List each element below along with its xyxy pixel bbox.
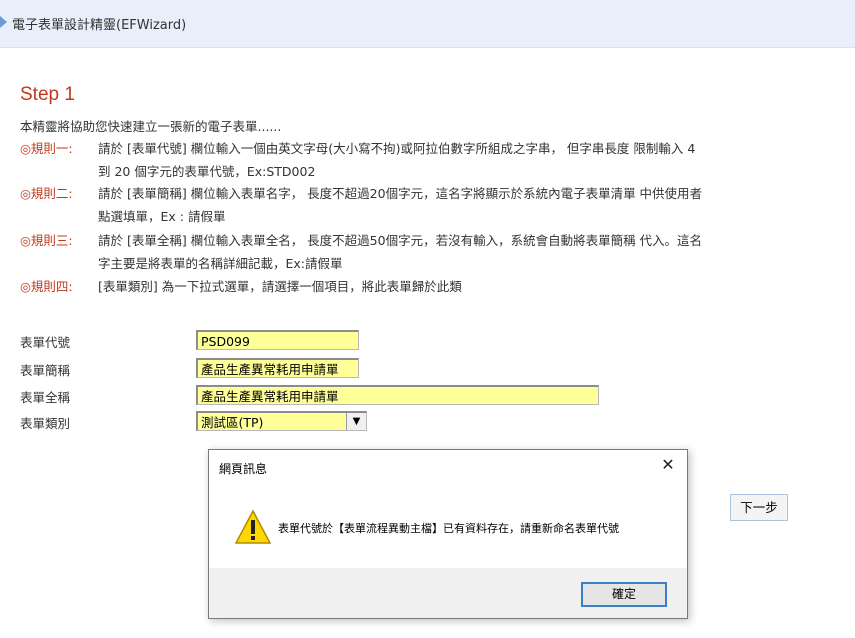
page-header: 電子表單設計精靈(EFWizard) [0,0,855,48]
warning-icon [234,509,272,544]
rule-3-line2: 字主要是將表單的名稱詳細記載，Ex:請假單 [98,256,343,271]
ok-button[interactable]: 確定 [581,582,667,607]
rule-2-tag: ◎規則二: [20,186,73,201]
rule-3-tag: ◎規則三: [20,233,73,248]
form-short-name-label: 表單簡稱 [20,363,71,378]
form-code-label: 表單代號 [20,335,71,350]
rule-2-line1: 請於 [表單簡稱] 欄位輸入表單名字， 長度不超過20個字元，這名字將顯示於系統… [98,186,703,201]
chevron-down-icon[interactable]: ▼ [346,413,366,430]
form-full-name-input[interactable]: 產品生產異常耗用申請單 [196,385,599,405]
step-title: Step 1 [20,84,75,105]
rule-1-tag: ◎規則一: [20,141,73,156]
rule-3-line1: 請於 [表單全稱] 欄位輸入表單全名， 長度不超過50個字元，若沒有輸入，系統會… [98,233,703,248]
form-category-select[interactable]: 測試區(TP) ▼ [196,411,367,431]
form-category-value: 測試區(TP) [201,415,264,430]
header-arrow-icon [0,16,7,28]
next-step-button[interactable]: 下一步 [730,494,788,521]
rule-4-tag: ◎規則四: [20,279,73,294]
form-code-input[interactable]: PSD099 [196,330,359,350]
rule-1-line1: 請於 [表單代號] 欄位輸入一個由英文字母(大小寫不拘)或阿拉伯數字所組成之字串… [98,141,696,156]
rule-4-line1: [表單類別] 為一下拉式選單，請選擇一個項目，將此表單歸於此類 [98,279,462,294]
step-intro: 本精靈將協助您快速建立一張新的電子表單...... [20,119,282,134]
rule-2-line2: 點選填單，Ex : 請假單 [98,209,226,224]
page-title: 電子表單設計精靈(EFWizard) [12,18,187,33]
form-short-name-input[interactable]: 產品生產異常耗用申請單 [196,358,359,378]
rule-1-line2: 到 20 個字元的表單代號，Ex:STD002 [98,164,316,179]
form-category-label: 表單類別 [20,416,71,431]
dialog-message: 表單代號於【表單流程異動主檔】已有資料存在，請重新命名表單代號 [278,522,619,535]
dialog-title: 網頁訊息 [219,462,268,476]
form-full-name-label: 表單全稱 [20,390,71,405]
close-icon[interactable]: ✕ [659,455,677,474]
